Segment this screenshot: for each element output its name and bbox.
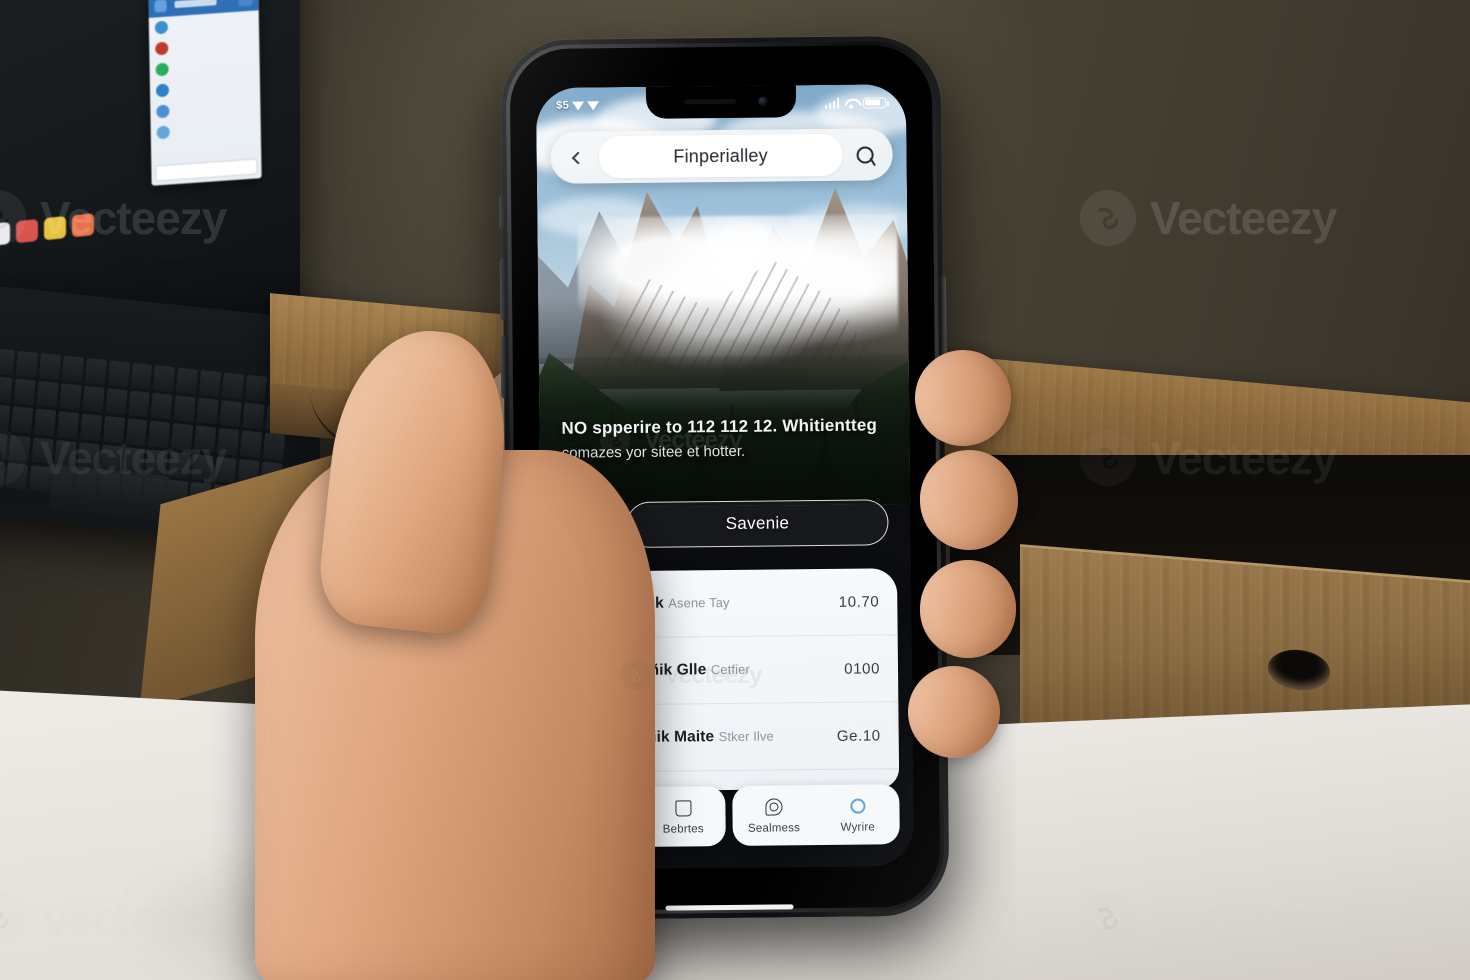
hero-headline: NO spperire to 112 112 12. Whitientteg [561, 415, 878, 438]
search-input-value: Finperialley [673, 145, 768, 167]
rectangle-icon [674, 799, 692, 817]
status-bar: $5 [536, 84, 906, 122]
laptop-chat-window [148, 0, 262, 186]
tab-wyrire[interactable]: Wyrire [815, 784, 899, 845]
hero-text: NO spperire to 112 112 12. Whitientteg c… [561, 414, 887, 463]
status-left-text: $5 [556, 99, 570, 112]
triangle-icon [587, 100, 600, 110]
back-button[interactable] [556, 136, 598, 178]
list-item-value: 10.70 [838, 592, 880, 611]
chevron-left-icon [571, 151, 584, 164]
cellular-signal-icon [824, 97, 840, 109]
battery-icon [863, 96, 887, 109]
triangle-icon [572, 100, 585, 111]
laptop-dock [0, 209, 110, 251]
lens-icon [765, 798, 783, 816]
search-icon [856, 145, 874, 164]
tab-sealmess[interactable]: Sealmess [732, 785, 816, 846]
list-item-value: 0100 [844, 659, 881, 678]
save-button[interactable]: Savenie [626, 499, 889, 549]
tab-label: Bebrtes [662, 822, 704, 836]
silent-switch[interactable] [499, 195, 505, 230]
search-button[interactable] [842, 133, 886, 175]
circle-icon [849, 798, 866, 814]
wifi-icon [844, 97, 858, 108]
hero-subline: comazes yor sitee et hotter. [561, 442, 746, 462]
volume-up-button[interactable] [499, 258, 506, 321]
list-item-subtitle: Asene Tay [668, 595, 730, 611]
search-header: Finperialley [550, 128, 893, 184]
list-item-value: Ge.10 [836, 726, 881, 745]
list-item-subtitle: Stker Ilve [718, 728, 774, 745]
list-item-subtitle: Cetfier [710, 662, 750, 678]
search-input[interactable]: Finperialley [598, 133, 843, 179]
tab-label: Wyrire [840, 820, 876, 834]
tab-label: Sealmess [747, 821, 801, 835]
save-button-label: Savenie [725, 513, 790, 533]
volume-down-button[interactable] [500, 336, 507, 399]
